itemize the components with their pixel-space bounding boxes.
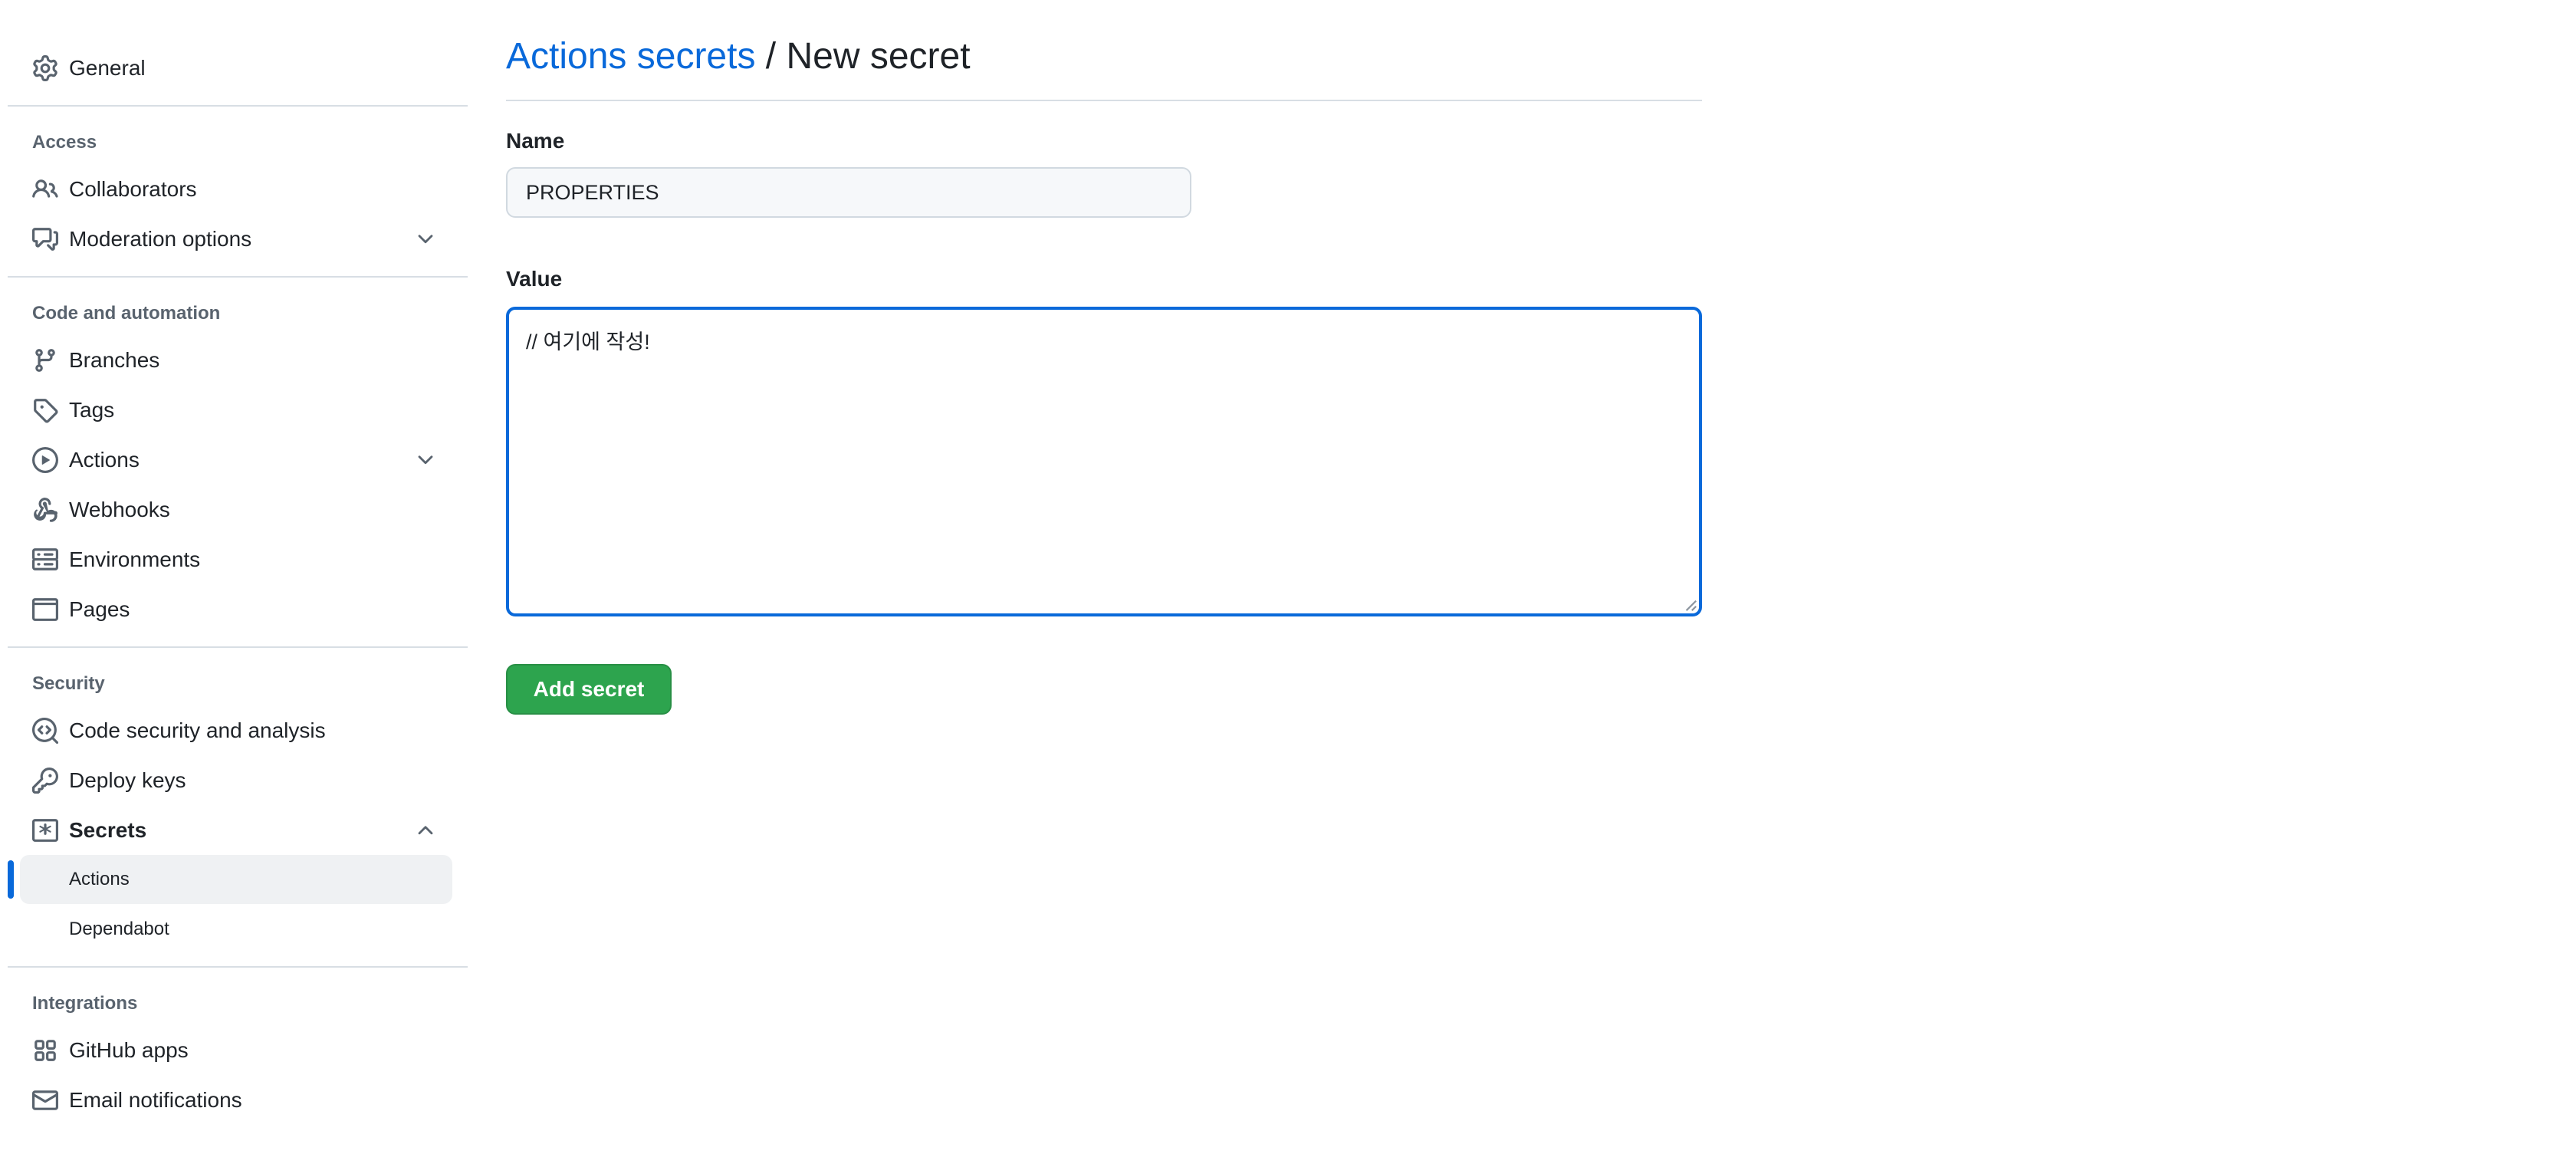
sidebar-item-label: Deploy keys (69, 768, 186, 792)
sidebar-item-label: Pages (69, 597, 130, 621)
sidebar-item-label: GitHub apps (69, 1038, 189, 1062)
sidebar-item-branches[interactable]: Branches (17, 337, 452, 384)
add-secret-button[interactable]: Add secret (506, 664, 672, 715)
breadcrumb-link-actions-secrets[interactable]: Actions secrets (506, 36, 755, 77)
value-textarea-content: // 여기에 작성! (526, 330, 650, 353)
main-content: Actions secrets / New secret Name PROPER… (506, 0, 1702, 1167)
divider (8, 646, 468, 648)
sidebar-subitem-label: Actions (69, 869, 130, 889)
sidebar-item-collaborators[interactable]: Collaborators (17, 166, 452, 213)
sidebar-item-label: Tags (69, 398, 115, 422)
browser-icon (32, 597, 58, 623)
title-divider (506, 100, 1702, 101)
sidebar-item-environments[interactable]: Environments (17, 536, 452, 584)
sidebar-item-secrets[interactable]: Secrets (17, 807, 452, 854)
sidebar-item-label: Email notifications (69, 1088, 242, 1112)
gear-icon (32, 55, 58, 81)
settings-sidebar: General Access Collaborators Moderation … (0, 0, 469, 1167)
sidebar-item-label: General (69, 56, 146, 80)
active-indicator (8, 860, 14, 899)
codescan-icon (32, 718, 58, 744)
name-input[interactable]: PROPERTIES (506, 167, 1191, 218)
sidebar-item-actions[interactable]: Actions (17, 436, 452, 484)
sidebar-item-label: Secrets (69, 818, 147, 842)
section-heading-code-automation: Code and automation (32, 303, 221, 324)
sidebar-subitem-dependabot[interactable]: Dependabot (20, 905, 452, 954)
sidebar-item-webhooks[interactable]: Webhooks (17, 486, 452, 534)
page-title-text: New secret (786, 36, 971, 77)
chevron-up-icon (414, 819, 437, 842)
page-title: Actions secrets / New secret (506, 35, 971, 77)
chevron-down-icon (414, 449, 437, 472)
sidebar-item-github-apps[interactable]: GitHub apps (17, 1027, 452, 1074)
play-icon (32, 447, 58, 473)
value-label: Value (506, 267, 563, 291)
value-textarea[interactable]: // 여기에 작성! (506, 307, 1702, 616)
git-branch-icon (32, 347, 58, 373)
people-icon (32, 176, 58, 202)
sidebar-item-general[interactable]: General (17, 44, 452, 92)
divider (8, 966, 468, 968)
asterisk-box-icon (32, 817, 58, 843)
sidebar-item-label: Branches (69, 348, 160, 372)
key-icon (32, 768, 58, 794)
sidebar-item-deploy-keys[interactable]: Deploy keys (17, 757, 452, 804)
section-heading-integrations: Integrations (32, 993, 138, 1014)
name-label: Name (506, 129, 565, 153)
tag-icon (32, 397, 58, 423)
sidebar-item-label: Actions (69, 448, 140, 472)
sidebar-item-pages[interactable]: Pages (17, 586, 452, 633)
webhook-icon (32, 497, 58, 523)
sidebar-item-label: Collaborators (69, 177, 197, 201)
apps-icon (32, 1037, 58, 1063)
sidebar-item-label: Environments (69, 547, 201, 571)
sidebar-item-tags[interactable]: Tags (17, 386, 452, 434)
server-icon (32, 547, 58, 573)
divider (8, 276, 468, 278)
divider (8, 105, 468, 107)
mail-icon (32, 1087, 58, 1113)
comment-discussion-icon (32, 226, 58, 252)
resize-grip-icon[interactable] (1684, 598, 1697, 612)
sidebar-subitem-label: Dependabot (69, 919, 169, 939)
name-input-value: PROPERTIES (526, 180, 659, 204)
sidebar-item-label: Moderation options (69, 227, 252, 251)
section-heading-security: Security (32, 673, 105, 694)
chevron-down-icon (414, 228, 437, 251)
sidebar-item-email-notifications[interactable]: Email notifications (17, 1077, 452, 1124)
sidebar-subitem-actions[interactable]: Actions (20, 855, 452, 904)
sidebar-item-code-security[interactable]: Code security and analysis (17, 707, 452, 754)
breadcrumb-separator: / (755, 36, 787, 77)
sidebar-item-moderation-options[interactable]: Moderation options (17, 215, 452, 263)
section-heading-access: Access (32, 132, 97, 153)
sidebar-item-label: Code security and analysis (69, 718, 326, 742)
sidebar-item-label: Webhooks (69, 498, 170, 521)
